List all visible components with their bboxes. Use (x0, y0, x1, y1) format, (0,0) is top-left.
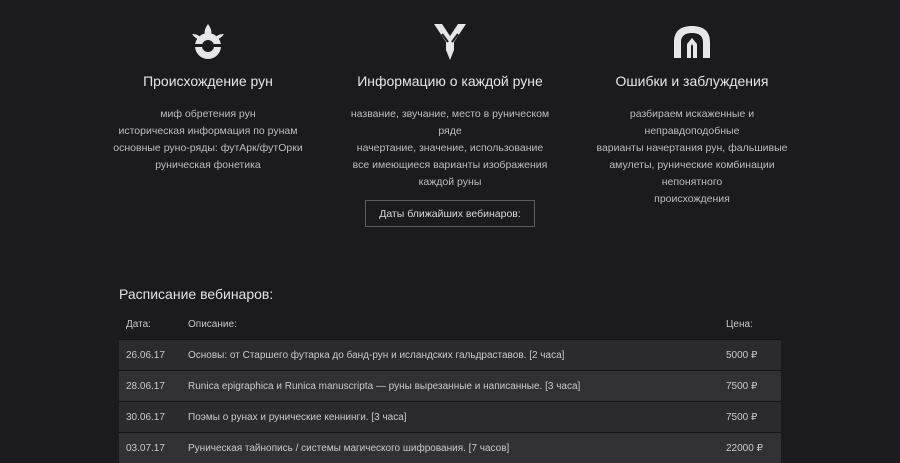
feature-list: разбираем искаженные и неправдоподобные … (582, 106, 802, 208)
feature-item: название, звучание, место в руническом р… (340, 106, 560, 140)
row-date: 30.06.17 (119, 402, 181, 433)
feature-item: разбираем искаженные и неправдоподобные (582, 106, 802, 140)
rune-info-icon (340, 18, 560, 64)
feature-item: варианты начертания рун, фальшивые (582, 140, 802, 157)
feature-info: Информацию о каждой руне название, звуча… (340, 18, 560, 208)
row-price: 7500 ₽ (719, 402, 781, 433)
row-date: 03.07.17 (119, 433, 181, 463)
column-header-date: Дата: (119, 309, 181, 340)
feature-origin: Происхождение рун миф обретения рун исто… (98, 18, 318, 208)
row-date: 26.06.17 (119, 340, 181, 371)
rune-origin-icon (98, 18, 318, 64)
feature-item: амулеты, рунические комбинации непонятно… (582, 157, 802, 191)
row-description: Поэмы о рунах и рунические кеннинги. [3 … (181, 402, 719, 433)
row-description: Runica epigraphica и Runica manuscripta … (181, 371, 719, 402)
schedule-table: Дата: Описание: Цена: 26.06.17 Основы: о… (119, 309, 781, 463)
row-price: 5000 ₽ (719, 340, 781, 371)
feature-item: все имеющиеся варианты изображения (340, 157, 560, 174)
feature-item: происхождения (582, 191, 802, 208)
feature-item: каждой руны (340, 174, 560, 191)
feature-item: начертание, значение, использование (340, 140, 560, 157)
row-description: Руническая тайнопись / системы магическо… (181, 433, 719, 463)
row-price: 22000 ₽ (719, 433, 781, 463)
table-row[interactable]: 28.06.17 Runica epigraphica и Runica man… (119, 371, 781, 402)
feature-item: основные руно-ряды: футАрк/футОрки (98, 140, 318, 157)
feature-item: миф обретения рун (98, 106, 318, 123)
row-price: 7500 ₽ (719, 371, 781, 402)
row-date: 28.06.17 (119, 371, 181, 402)
feature-title: Происхождение рун (98, 72, 318, 90)
table-header-row: Дата: Описание: Цена: (119, 309, 781, 340)
feature-item: руническая фонетика (98, 157, 318, 174)
feature-item: историческая информация по рунам (98, 123, 318, 140)
feature-list: название, звучание, место в руническом р… (340, 106, 560, 191)
table-row[interactable]: 30.06.17 Поэмы о рунах и рунические кенн… (119, 402, 781, 433)
feature-list: миф обретения рун историческая информаци… (98, 106, 318, 174)
table-row[interactable]: 26.06.17 Основы: от Старшего футарка до … (119, 340, 781, 371)
column-header-price: Цена: (719, 309, 781, 340)
features-section: Происхождение рун миф обретения рун исто… (0, 18, 900, 208)
table-row[interactable]: 03.07.17 Руническая тайнопись / системы … (119, 433, 781, 463)
feature-title: Ошибки и заблуждения (582, 72, 802, 90)
column-header-description: Описание: (181, 309, 719, 340)
rune-errors-icon (582, 18, 802, 64)
feature-title: Информацию о каждой руне (340, 72, 560, 90)
row-description: Основы: от Старшего футарка до банд-рун … (181, 340, 719, 371)
feature-errors: Ошибки и заблуждения разбираем искаженны… (582, 18, 802, 208)
schedule-title: Расписание вебинаров: (119, 286, 273, 302)
webinar-dates-button[interactable]: Даты ближайших вебинаров: (365, 200, 535, 227)
